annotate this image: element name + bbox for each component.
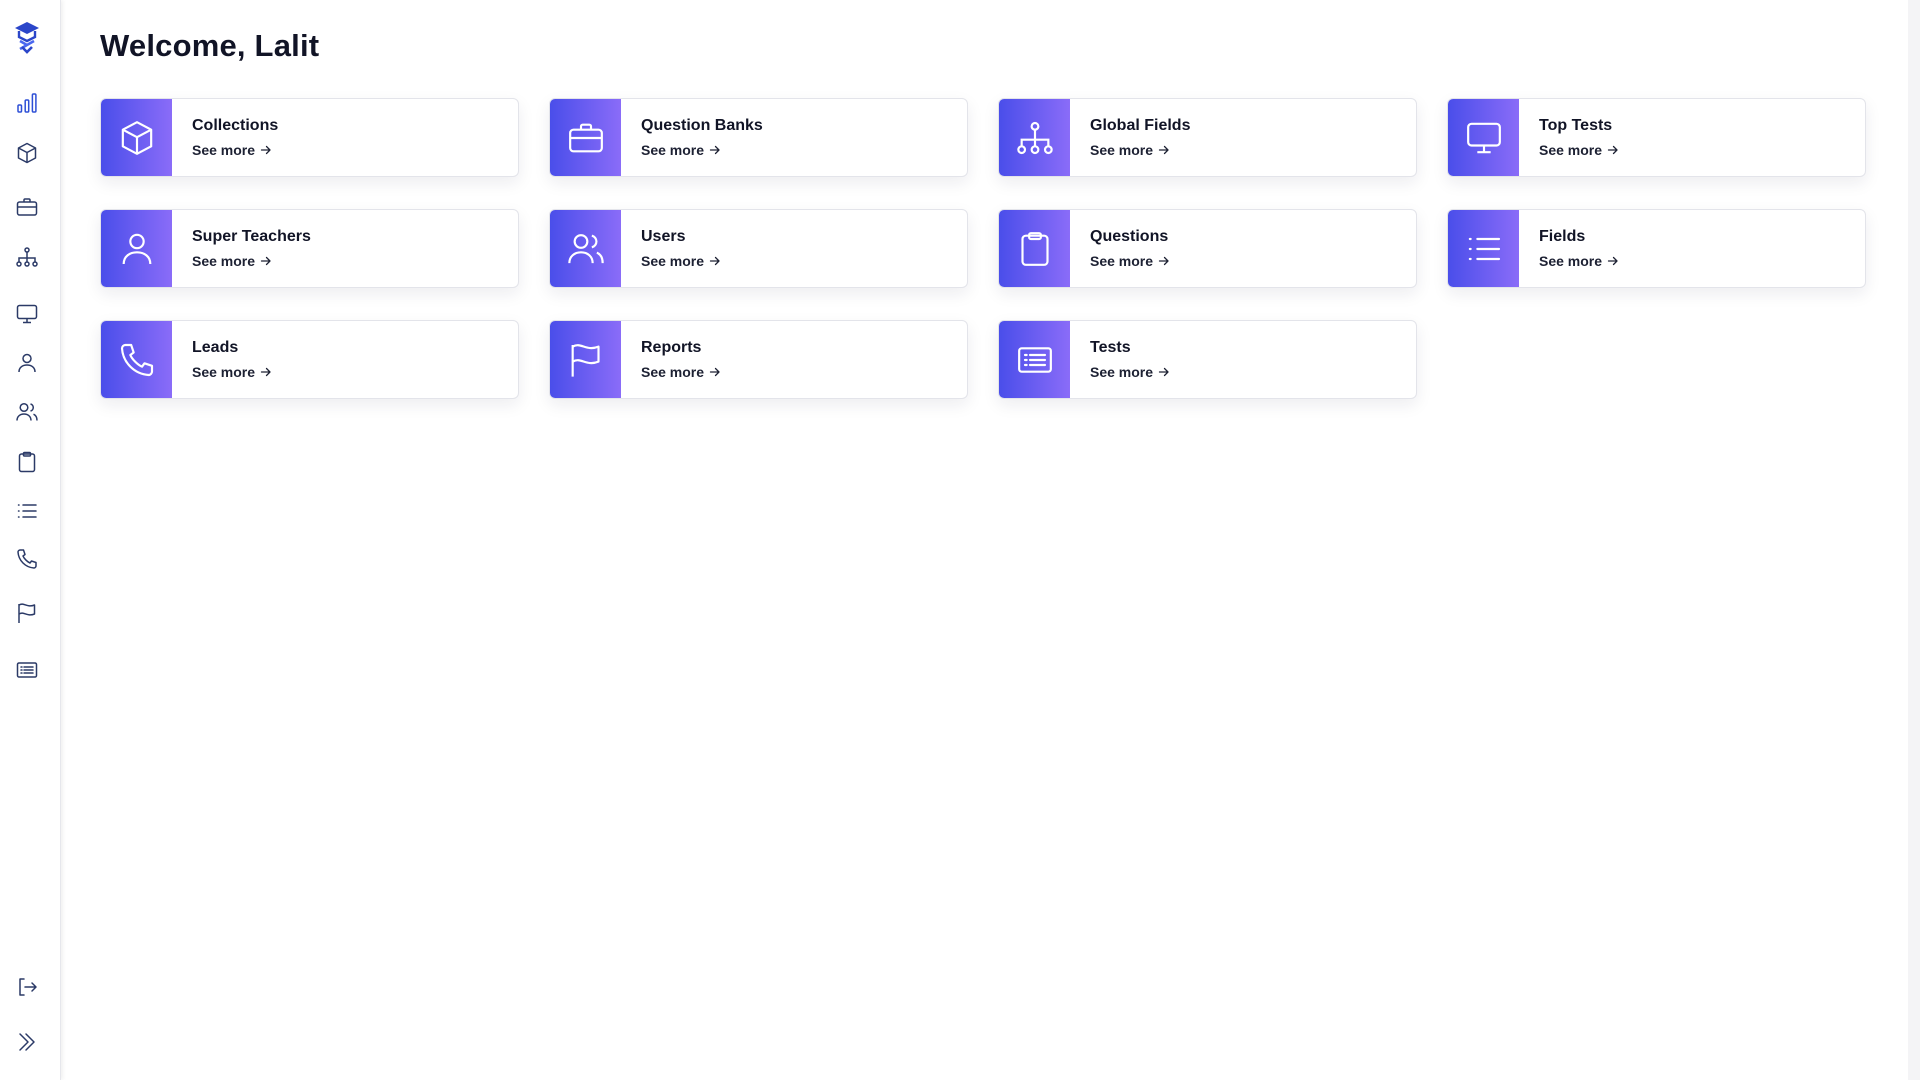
sidebar-item-tests[interactable] xyxy=(6,653,48,687)
hierarchy-icon xyxy=(999,99,1070,176)
document-list-icon xyxy=(999,321,1070,398)
see-more-label: See more xyxy=(641,253,705,269)
card-super-teachers[interactable]: Super Teachers See more xyxy=(100,209,519,288)
see-more-link[interactable]: See more xyxy=(192,253,311,269)
card-tests[interactable]: Tests See more xyxy=(998,320,1417,399)
card-users[interactable]: Users See more xyxy=(549,209,968,288)
see-more-label: See more xyxy=(192,253,256,269)
card-leads[interactable]: Leads See more xyxy=(100,320,519,399)
card-question-banks[interactable]: Question Banks See more xyxy=(549,98,968,177)
card-title: Collections xyxy=(192,117,279,134)
arrow-right-icon xyxy=(709,366,721,378)
arrow-right-icon xyxy=(1158,366,1170,378)
arrow-right-icon xyxy=(1607,255,1619,267)
see-more-label: See more xyxy=(1539,142,1603,158)
page-title: Welcome, Lalit xyxy=(100,28,320,63)
arrow-right-icon xyxy=(1158,255,1170,267)
see-more-link[interactable]: See more xyxy=(1539,253,1619,269)
sidebar-item-leads[interactable] xyxy=(6,542,48,576)
sidebar-item-logout[interactable] xyxy=(6,970,48,1004)
phone-icon xyxy=(15,547,39,571)
see-more-link[interactable]: See more xyxy=(1090,364,1170,380)
see-more-link[interactable]: See more xyxy=(192,142,278,158)
sidebar-item-global-fields[interactable] xyxy=(6,240,48,274)
sidebar-item-top-tests[interactable] xyxy=(6,297,48,331)
user-icon xyxy=(15,351,39,375)
sidebar-item-super-teachers[interactable] xyxy=(6,346,48,380)
dashboard-card-grid: Collections See more Question Banks See … xyxy=(100,98,1866,399)
arrow-right-icon xyxy=(1607,144,1619,156)
hierarchy-icon xyxy=(15,245,39,269)
document-list-icon xyxy=(15,658,39,682)
see-more-label: See more xyxy=(1090,253,1154,269)
card-title: Fields xyxy=(1539,228,1586,245)
see-more-label: See more xyxy=(1539,253,1603,269)
phone-icon xyxy=(101,321,172,398)
users-icon xyxy=(15,400,39,424)
see-more-link[interactable]: See more xyxy=(1090,142,1190,158)
card-title: Leads xyxy=(192,339,239,356)
double-chevron-right-icon xyxy=(15,1030,39,1054)
see-more-label: See more xyxy=(641,364,705,380)
card-reports[interactable]: Reports See more xyxy=(549,320,968,399)
see-more-link[interactable]: See more xyxy=(1539,142,1619,158)
monitor-icon xyxy=(15,302,39,326)
arrow-right-icon xyxy=(260,144,272,156)
box-icon xyxy=(101,99,172,176)
card-questions[interactable]: Questions See more xyxy=(998,209,1417,288)
card-title: Users xyxy=(641,228,686,245)
user-icon xyxy=(101,210,172,287)
flag-icon xyxy=(550,321,621,398)
arrow-right-icon xyxy=(709,255,721,267)
card-global-fields[interactable]: Global Fields See more xyxy=(998,98,1417,177)
card-title: Question Banks xyxy=(641,117,763,134)
list-icon xyxy=(1448,210,1519,287)
card-title: Reports xyxy=(641,339,702,356)
sidebar-item-collections[interactable] xyxy=(6,136,48,170)
card-title: Global Fields xyxy=(1090,117,1191,134)
clipboard-icon xyxy=(999,210,1070,287)
see-more-label: See more xyxy=(192,364,256,380)
app-logo-icon[interactable] xyxy=(6,20,48,54)
arrow-right-icon xyxy=(1158,144,1170,156)
see-more-label: See more xyxy=(1090,142,1154,158)
bar-chart-icon xyxy=(15,91,39,115)
sidebar-item-expand[interactable] xyxy=(6,1025,48,1059)
see-more-link[interactable]: See more xyxy=(192,364,272,380)
arrow-right-icon xyxy=(260,255,272,267)
card-title: Top Tests xyxy=(1539,117,1613,134)
sidebar-item-users[interactable] xyxy=(6,395,48,429)
see-more-link[interactable]: See more xyxy=(641,142,763,158)
briefcase-icon xyxy=(550,99,621,176)
scrollbar-track[interactable] xyxy=(1908,0,1920,1080)
sidebar-item-question-banks[interactable] xyxy=(6,190,48,224)
arrow-right-icon xyxy=(260,366,272,378)
card-title: Super Teachers xyxy=(192,228,311,245)
sidebar-item-fields[interactable] xyxy=(6,494,48,528)
card-title: Questions xyxy=(1090,228,1169,245)
arrow-right-icon xyxy=(709,144,721,156)
box-icon xyxy=(15,141,39,165)
logout-icon xyxy=(15,975,39,999)
list-icon xyxy=(15,499,39,523)
see-more-link[interactable]: See more xyxy=(641,253,721,269)
see-more-label: See more xyxy=(641,142,705,158)
flag-icon xyxy=(15,601,39,625)
sidebar-item-reports[interactable] xyxy=(6,596,48,630)
briefcase-icon xyxy=(15,195,39,219)
card-top-tests[interactable]: Top Tests See more xyxy=(1447,98,1866,177)
card-collections[interactable]: Collections See more xyxy=(100,98,519,177)
see-more-label: See more xyxy=(1090,364,1154,380)
sidebar xyxy=(0,0,61,1080)
monitor-icon xyxy=(1448,99,1519,176)
card-fields[interactable]: Fields See more xyxy=(1447,209,1866,288)
sidebar-item-dashboard[interactable] xyxy=(6,86,48,120)
see-more-link[interactable]: See more xyxy=(1090,253,1170,269)
see-more-link[interactable]: See more xyxy=(641,364,721,380)
sidebar-item-questions[interactable] xyxy=(6,445,48,479)
see-more-label: See more xyxy=(192,142,256,158)
users-icon xyxy=(550,210,621,287)
clipboard-icon xyxy=(15,450,39,474)
card-title: Tests xyxy=(1090,339,1131,356)
